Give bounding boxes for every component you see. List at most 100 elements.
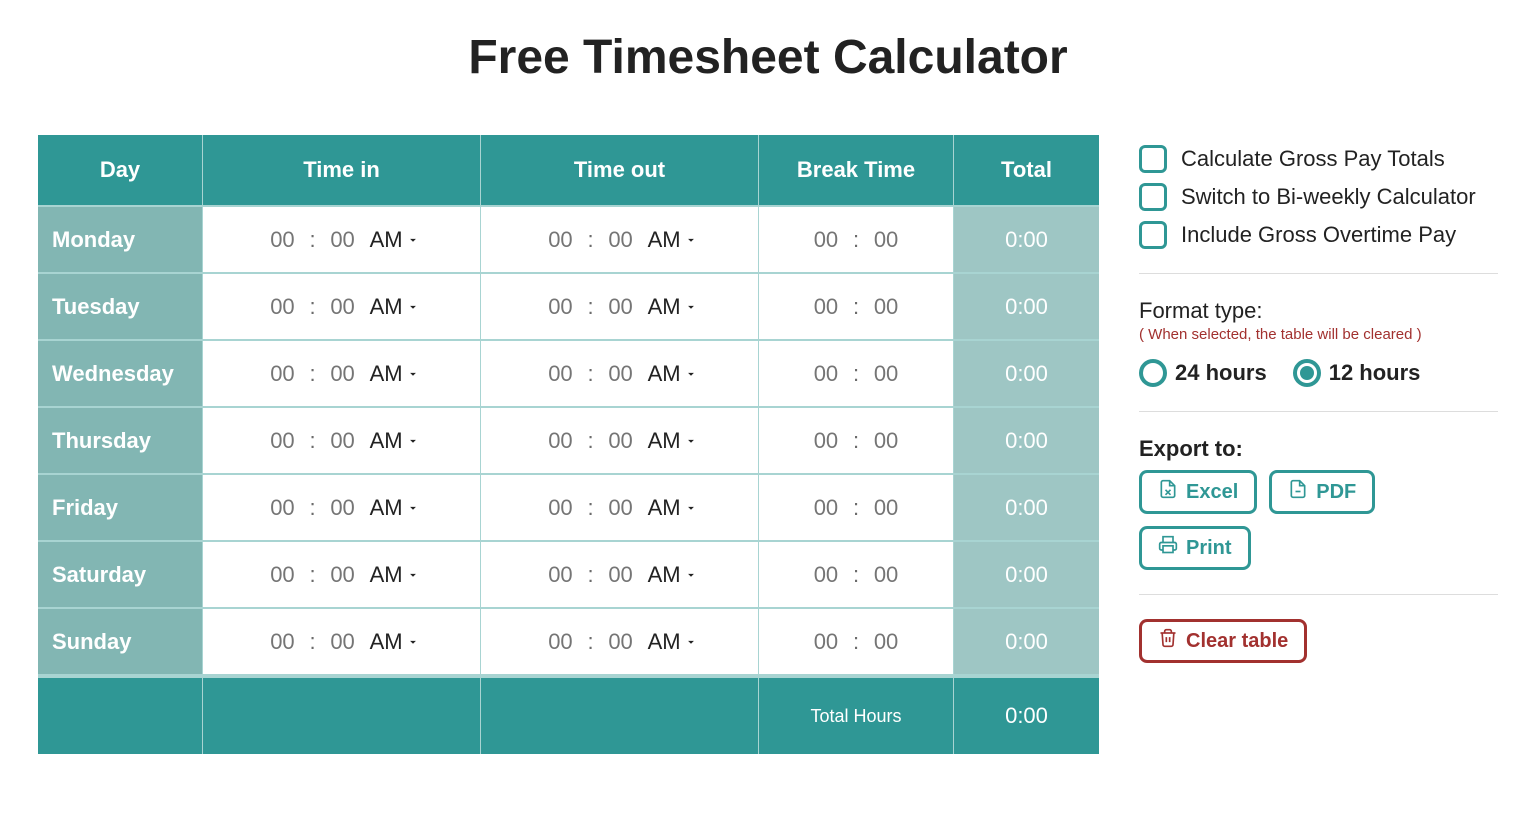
break-minutes[interactable]: [867, 427, 905, 455]
row-total: 0:00: [954, 205, 1099, 272]
time-out-hours[interactable]: [541, 360, 579, 388]
time-in-ampm[interactable]: AM: [370, 495, 420, 521]
timesheet-table: Day Time in Time out Break Time Total Mo…: [38, 135, 1099, 754]
time-in-hours[interactable]: [263, 561, 301, 589]
total-hours-label: Total Hours: [759, 674, 954, 754]
table-row: Thursday:AM:AM:0:00: [38, 406, 1099, 473]
chevron-down-icon: [406, 562, 420, 588]
time-out-ampm[interactable]: AM: [648, 629, 698, 655]
chevron-down-icon: [406, 361, 420, 387]
break-minutes[interactable]: [867, 561, 905, 589]
time-sep: :: [309, 495, 315, 521]
table-row: Saturday:AM:AM:0:00: [38, 540, 1099, 607]
time-sep: :: [587, 361, 593, 387]
time-out-ampm[interactable]: AM: [648, 495, 698, 521]
col-time-in: Time in: [203, 135, 481, 205]
time-out-minutes[interactable]: [602, 561, 640, 589]
time-out-ampm[interactable]: AM: [648, 294, 698, 320]
row-total: 0:00: [954, 406, 1099, 473]
chevron-down-icon: [684, 428, 698, 454]
time-out-ampm[interactable]: AM: [648, 361, 698, 387]
time-in-minutes[interactable]: [324, 494, 362, 522]
time-in-ampm[interactable]: AM: [370, 428, 420, 454]
time-out-ampm[interactable]: AM: [648, 227, 698, 253]
time-out-minutes[interactable]: [602, 293, 640, 321]
export-excel-button[interactable]: Excel: [1139, 470, 1257, 514]
chevron-down-icon: [684, 294, 698, 320]
time-in-ampm[interactable]: AM: [370, 562, 420, 588]
day-cell: Thursday: [38, 406, 203, 473]
checkbox-biweekly[interactable]: [1139, 183, 1167, 211]
radio-24h-label: 24 hours: [1175, 360, 1267, 386]
radio-12h[interactable]: 12 hours: [1293, 359, 1421, 387]
time-in-hours[interactable]: [263, 494, 301, 522]
time-in-hours[interactable]: [263, 628, 301, 656]
checkbox-gross-pay[interactable]: [1139, 145, 1167, 173]
time-in-hours[interactable]: [263, 226, 301, 254]
break-hours[interactable]: [807, 494, 845, 522]
time-in-minutes[interactable]: [324, 427, 362, 455]
time-out-hours[interactable]: [541, 494, 579, 522]
time-out-hours[interactable]: [541, 628, 579, 656]
row-total: 0:00: [954, 339, 1099, 406]
clear-table-button[interactable]: Clear table: [1139, 619, 1307, 663]
checkbox-overtime[interactable]: [1139, 221, 1167, 249]
export-print-button[interactable]: Print: [1139, 526, 1251, 570]
time-in-ampm[interactable]: AM: [370, 227, 420, 253]
time-out-ampm[interactable]: AM: [648, 428, 698, 454]
time-out-hours[interactable]: [541, 427, 579, 455]
break-hours[interactable]: [807, 427, 845, 455]
time-in-minutes[interactable]: [324, 628, 362, 656]
time-sep: :: [587, 227, 593, 253]
table-row: Monday:AM:AM:0:00: [38, 205, 1099, 272]
time-in-hours[interactable]: [263, 360, 301, 388]
break-hours[interactable]: [807, 561, 845, 589]
time-out-hours[interactable]: [541, 293, 579, 321]
time-sep: :: [309, 294, 315, 320]
label-overtime: Include Gross Overtime Pay: [1181, 222, 1456, 248]
row-total: 0:00: [954, 607, 1099, 674]
time-out-minutes[interactable]: [602, 360, 640, 388]
time-in-minutes[interactable]: [324, 360, 362, 388]
time-in-hours[interactable]: [263, 427, 301, 455]
time-out-hours[interactable]: [541, 226, 579, 254]
time-out-minutes[interactable]: [602, 427, 640, 455]
time-out-minutes[interactable]: [602, 628, 640, 656]
time-out-hours[interactable]: [541, 561, 579, 589]
time-in-hours[interactable]: [263, 293, 301, 321]
time-in-minutes[interactable]: [324, 226, 362, 254]
day-cell: Saturday: [38, 540, 203, 607]
export-pdf-button[interactable]: PDF: [1269, 470, 1375, 514]
break-hours[interactable]: [807, 360, 845, 388]
time-in-ampm[interactable]: AM: [370, 361, 420, 387]
time-out-minutes[interactable]: [602, 494, 640, 522]
time-out-ampm[interactable]: AM: [648, 562, 698, 588]
chevron-down-icon: [684, 227, 698, 253]
day-cell: Monday: [38, 205, 203, 272]
day-cell: Friday: [38, 473, 203, 540]
radio-24h[interactable]: 24 hours: [1139, 359, 1267, 387]
col-time-out: Time out: [481, 135, 759, 205]
break-minutes[interactable]: [867, 226, 905, 254]
break-hours[interactable]: [807, 628, 845, 656]
time-out-minutes[interactable]: [602, 226, 640, 254]
break-minutes[interactable]: [867, 293, 905, 321]
break-minutes[interactable]: [867, 360, 905, 388]
break-minutes[interactable]: [867, 494, 905, 522]
chevron-down-icon: [406, 428, 420, 454]
time-in-minutes[interactable]: [324, 293, 362, 321]
time-in-ampm[interactable]: AM: [370, 629, 420, 655]
export-print-label: Print: [1186, 537, 1232, 560]
time-sep: :: [587, 629, 593, 655]
label-biweekly: Switch to Bi-weekly Calculator: [1181, 184, 1476, 210]
break-hours[interactable]: [807, 226, 845, 254]
break-minutes[interactable]: [867, 628, 905, 656]
time-in-ampm[interactable]: AM: [370, 294, 420, 320]
time-sep: :: [309, 361, 315, 387]
table-row: Sunday:AM:AM:0:00: [38, 607, 1099, 674]
row-total: 0:00: [954, 540, 1099, 607]
table-row: Friday:AM:AM:0:00: [38, 473, 1099, 540]
break-hours[interactable]: [807, 293, 845, 321]
format-title: Format type:: [1139, 298, 1498, 324]
time-in-minutes[interactable]: [324, 561, 362, 589]
